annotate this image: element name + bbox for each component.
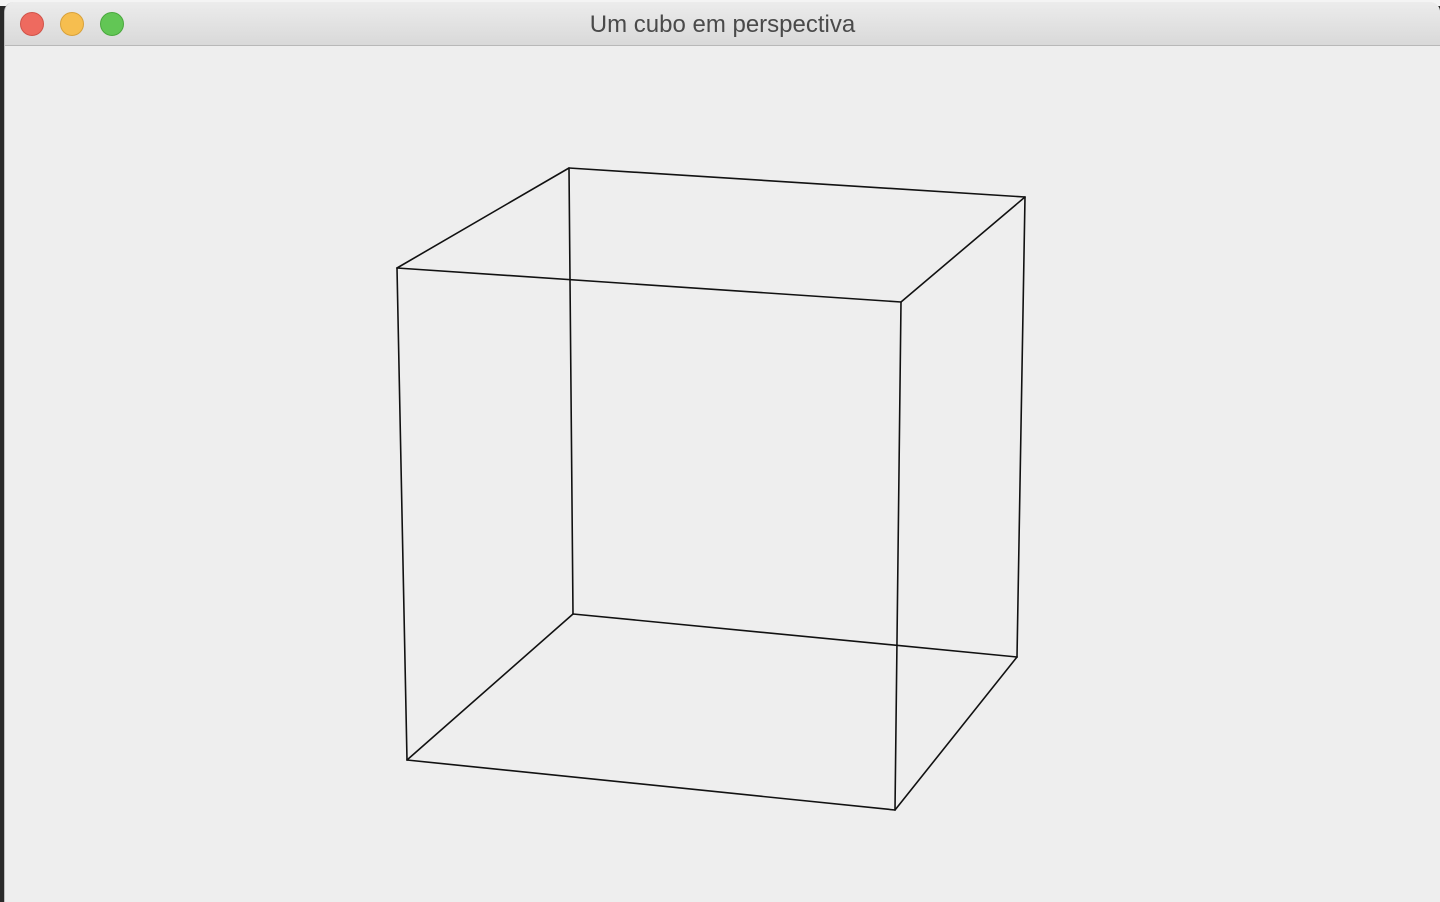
cube-edge-front-top	[396, 267, 902, 303]
cube-edge-front-right	[894, 301, 902, 811]
cube-edge-front-bottom	[406, 759, 896, 811]
cube-edge-back-right	[1016, 196, 1026, 658]
drawing-canvas[interactable]	[5, 46, 1440, 902]
app-window: Um cubo em perspectiva	[4, 2, 1440, 902]
cube-edge-connect-bottom-right	[894, 656, 1018, 811]
cube-edge-connect-top-left	[396, 167, 570, 269]
cube-edge-back-bottom	[572, 613, 1018, 658]
cube-edge-front-left	[396, 267, 408, 761]
cube-edge-connect-top-right	[900, 196, 1026, 303]
window-titlebar[interactable]: Um cubo em perspectiva	[5, 2, 1440, 46]
cube-drawing	[396, 167, 1026, 811]
cube-edge-connect-bottom-left	[406, 613, 574, 761]
cube-edge-back-top	[568, 167, 1026, 198]
window-title: Um cubo em perspectiva	[589, 11, 856, 38]
cube-edge-back-left	[568, 167, 574, 615]
